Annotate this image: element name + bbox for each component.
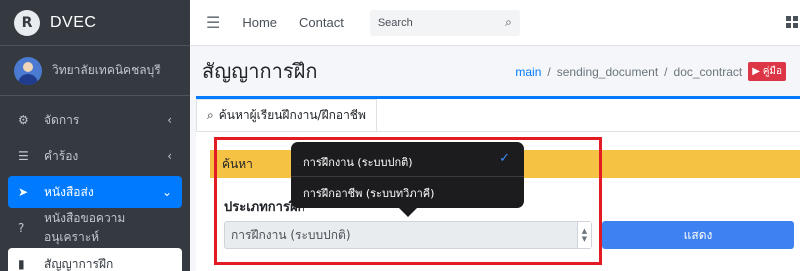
hamburger-icon[interactable]: ☰ [206,13,220,32]
sidebar-item-requests[interactable]: ☰ คำร้อง ‹ [8,140,182,172]
content-header: สัญญาการฝึก main / sending_document / do… [190,46,800,96]
dropdown-divider [291,176,524,177]
sidebar-item-label: จัดการ [44,112,80,127]
sidebar-nav: ⚙ จัดการ ‹ ☰ คำร้อง ‹ ➤ หนังสือส่ง ⌄ ? ห… [0,96,190,271]
breadcrumb-separator: / [664,64,668,79]
tab-divider [196,131,800,132]
paper-plane-icon: ➤ [18,185,29,199]
tab-search-trainees[interactable]: ⌕ ค้นหาผู้เรียนฝึกงาน/ฝึกอาชีพ [196,99,377,131]
nav-contact-link[interactable]: Contact [299,15,344,30]
search-box: ⌕ [369,9,520,36]
breadcrumb-doc-contract: doc_contract [673,64,743,79]
brand-logo: R [14,9,40,36]
sidebar-item-sending-documents[interactable]: ➤ หนังสือส่ง ⌄ [8,176,182,208]
question-circle-icon: ? [18,221,25,235]
chevron-down-icon: ⌄ [161,185,172,199]
sidebar-item-label: หนังสือส่ง [44,184,94,199]
sidebar-item-assistance-letter[interactable]: ? หนังสือขอความอนุเคราะห์ [8,211,182,244]
dropdown-option-dual[interactable]: การฝึกอาชีพ (ระบบทวิภาคี) [303,184,434,202]
breadcrumb-sending-document: sending_document [556,64,659,79]
list-icon: ☰ [18,149,29,163]
training-type-dropdown: การฝึกงาน (ระบบปกติ) ✓ การฝึกอาชีพ (ระบบ… [291,142,524,217]
breadcrumb-main[interactable]: main [515,65,541,79]
breadcrumb: main / sending_document / doc_contract ▶… [515,62,786,81]
file-icon: ▮ [18,257,25,271]
sidebar: R DVEC วิทยาลัยเทคนิคชลบุรี ⚙ จัดการ ‹ ☰… [0,0,190,271]
chevron-left-icon: ‹ [167,113,172,127]
sidebar-item-label: หนังสือขอความอนุเคราะห์ [44,211,126,244]
brand[interactable]: R DVEC [0,0,190,46]
breadcrumb-separator: / [547,64,551,79]
top-navbar: ☰ Home Contact ⌕ [190,0,800,46]
gears-icon: ⚙ [18,113,29,127]
user-panel[interactable]: วิทยาลัยเทคนิคชลบุรี [0,46,190,96]
manual-badge[interactable]: ▶ คู่มือ [748,62,786,81]
dropdown-option-normal[interactable]: การฝึกงาน (ระบบปกติ) [303,153,413,171]
nav-home-link[interactable]: Home [242,15,277,30]
sidebar-item-manage[interactable]: ⚙ จัดการ ‹ [8,104,182,136]
sidebar-item-label: สัญญาการฝึก [44,256,114,271]
show-button[interactable]: แสดง [602,221,794,249]
apps-grid-icon[interactable] [786,16,798,28]
search-icon: ⌕ [207,108,214,122]
search-icon[interactable]: ⌕ [505,15,512,30]
sidebar-item-training-contract[interactable]: ▮ สัญญาการฝึก [8,248,182,271]
search-input[interactable] [377,16,488,29]
page-title: สัญญาการฝึก [202,59,318,83]
brand-name: DVEC [50,13,97,31]
dropdown-option-label: การฝึกอาชีพ (ระบบทวิภาคี) [303,187,435,200]
user-name: วิทยาลัยเทคนิคชลบุรี [52,63,161,77]
chevron-left-icon: ‹ [167,149,172,163]
dropdown-option-label: การฝึกงาน (ระบบปกติ) [303,156,413,169]
tab-label: ค้นหาผู้เรียนฝึกงาน/ฝึกอาชีพ [218,108,366,122]
sidebar-item-label: คำร้อง [44,148,79,163]
checkmark-icon: ✓ [499,151,510,166]
avatar [14,56,42,85]
dropdown-pointer [399,208,417,217]
